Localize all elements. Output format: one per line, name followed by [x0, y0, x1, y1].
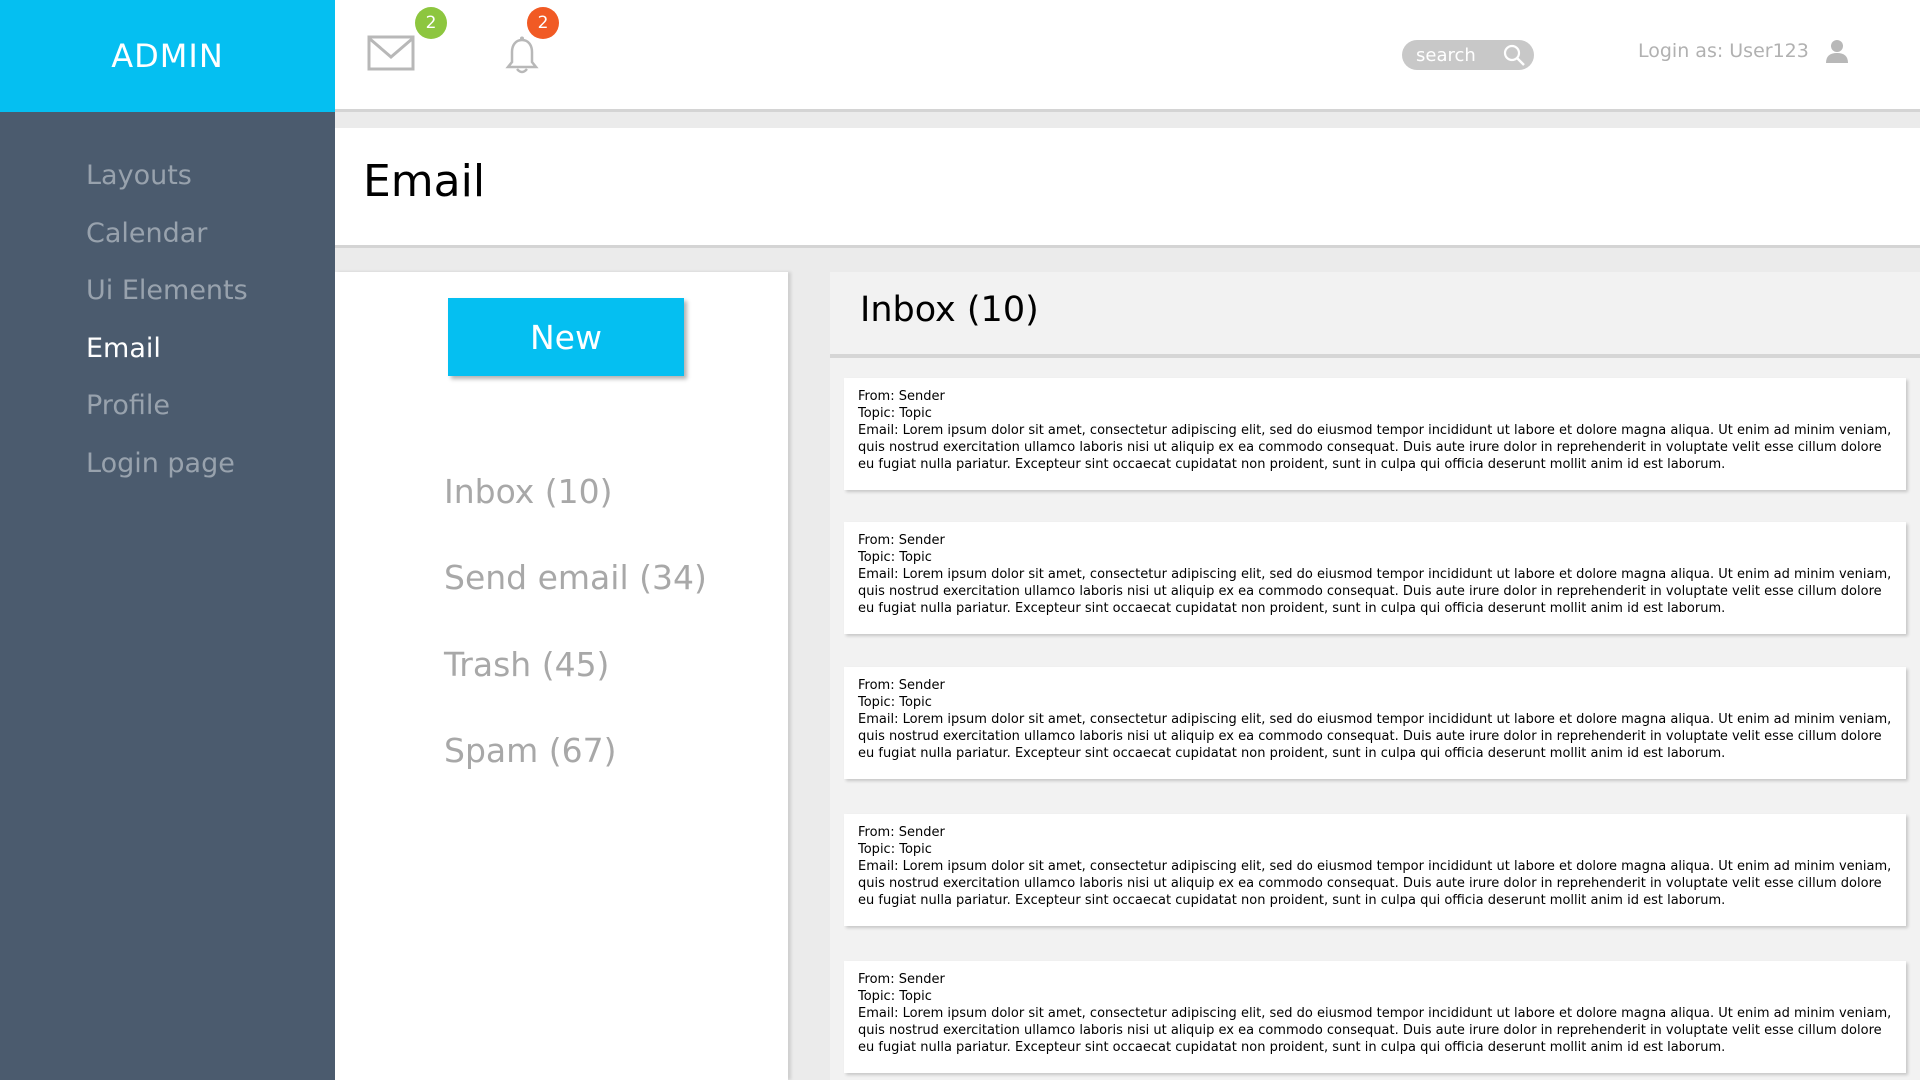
email-list-item[interactable]: From: Sender Topic: Topic Email: Lorem i…	[844, 667, 1906, 779]
email-from: From: Sender	[858, 533, 945, 548]
top-bar: 2 2 Login as: User123	[335, 0, 1920, 112]
email-from: From: Sender	[858, 972, 945, 987]
bell-icon	[505, 36, 539, 74]
email-list-item[interactable]: From: Sender Topic: Topic Email: Lorem i…	[844, 814, 1906, 926]
email-body: Email: Lorem ipsum dolor sit amet, conse…	[858, 859, 1892, 908]
brand-logo[interactable]: ADMIN	[0, 0, 335, 112]
sidebar-item-ui-elements[interactable]: Ui Elements	[86, 275, 248, 333]
inbox-title: Inbox (10)	[860, 290, 1039, 330]
email-body: Email: Lorem ipsum dolor sit amet, conse…	[858, 712, 1892, 761]
email-topic: Topic: Topic	[858, 989, 932, 1004]
search-icon[interactable]	[1502, 43, 1526, 67]
sidebar-item-calendar[interactable]: Calendar	[86, 218, 248, 276]
folder-send-email[interactable]: Send email (34)	[444, 558, 707, 644]
email-list-item[interactable]: From: Sender Topic: Topic Email: Lorem i…	[844, 961, 1906, 1073]
email-topic: Topic: Topic	[858, 550, 932, 565]
inbox-header: Inbox (10)	[830, 272, 1920, 358]
mail-count-badge: 2	[415, 7, 447, 39]
login-status: Login as: User123	[1638, 40, 1809, 62]
email-from: From: Sender	[858, 389, 945, 404]
mail-icon	[367, 35, 415, 71]
page-title: Email	[363, 156, 486, 207]
folder-trash[interactable]: Trash (45)	[444, 645, 707, 731]
search-input[interactable]	[1414, 43, 1502, 67]
folder-panel: New Inbox (10) Send email (34) Trash (45…	[335, 272, 788, 1080]
notifications-button[interactable]	[505, 36, 539, 76]
notification-count-badge: 2	[527, 7, 559, 39]
email-body: Email: Lorem ipsum dolor sit amet, conse…	[858, 1006, 1892, 1055]
email-body: Email: Lorem ipsum dolor sit amet, conse…	[858, 423, 1892, 472]
sidebar-item-login-page[interactable]: Login page	[86, 448, 248, 506]
email-list-item[interactable]: From: Sender Topic: Topic Email: Lorem i…	[844, 378, 1906, 490]
email-topic: Topic: Topic	[858, 695, 932, 710]
folder-inbox[interactable]: Inbox (10)	[444, 472, 707, 558]
email-body: Email: Lorem ipsum dolor sit amet, conse…	[858, 567, 1892, 616]
folder-list: Inbox (10) Send email (34) Trash (45) Sp…	[444, 472, 707, 817]
email-topic: Topic: Topic	[858, 406, 932, 421]
new-email-button[interactable]: New	[448, 298, 684, 376]
search-box	[1402, 40, 1534, 70]
sidebar-item-layouts[interactable]: Layouts	[86, 160, 248, 218]
email-topic: Topic: Topic	[858, 842, 932, 857]
email-from: From: Sender	[858, 825, 945, 840]
sidebar-nav: Layouts Calendar Ui Elements Email Profi…	[86, 160, 248, 506]
folder-spam[interactable]: Spam (67)	[444, 731, 707, 817]
user-icon[interactable]	[1824, 38, 1850, 64]
sidebar-item-email[interactable]: Email	[86, 333, 248, 391]
inbox-panel: Inbox (10) From: Sender Topic: Topic Ema…	[830, 272, 1920, 1080]
mail-button[interactable]	[367, 32, 417, 76]
sidebar: ADMIN Layouts Calendar Ui Elements Email…	[0, 0, 335, 1080]
email-list-item[interactable]: From: Sender Topic: Topic Email: Lorem i…	[844, 522, 1906, 634]
sidebar-item-profile[interactable]: Profile	[86, 390, 248, 448]
page-header: Email	[335, 128, 1920, 248]
email-from: From: Sender	[858, 678, 945, 693]
